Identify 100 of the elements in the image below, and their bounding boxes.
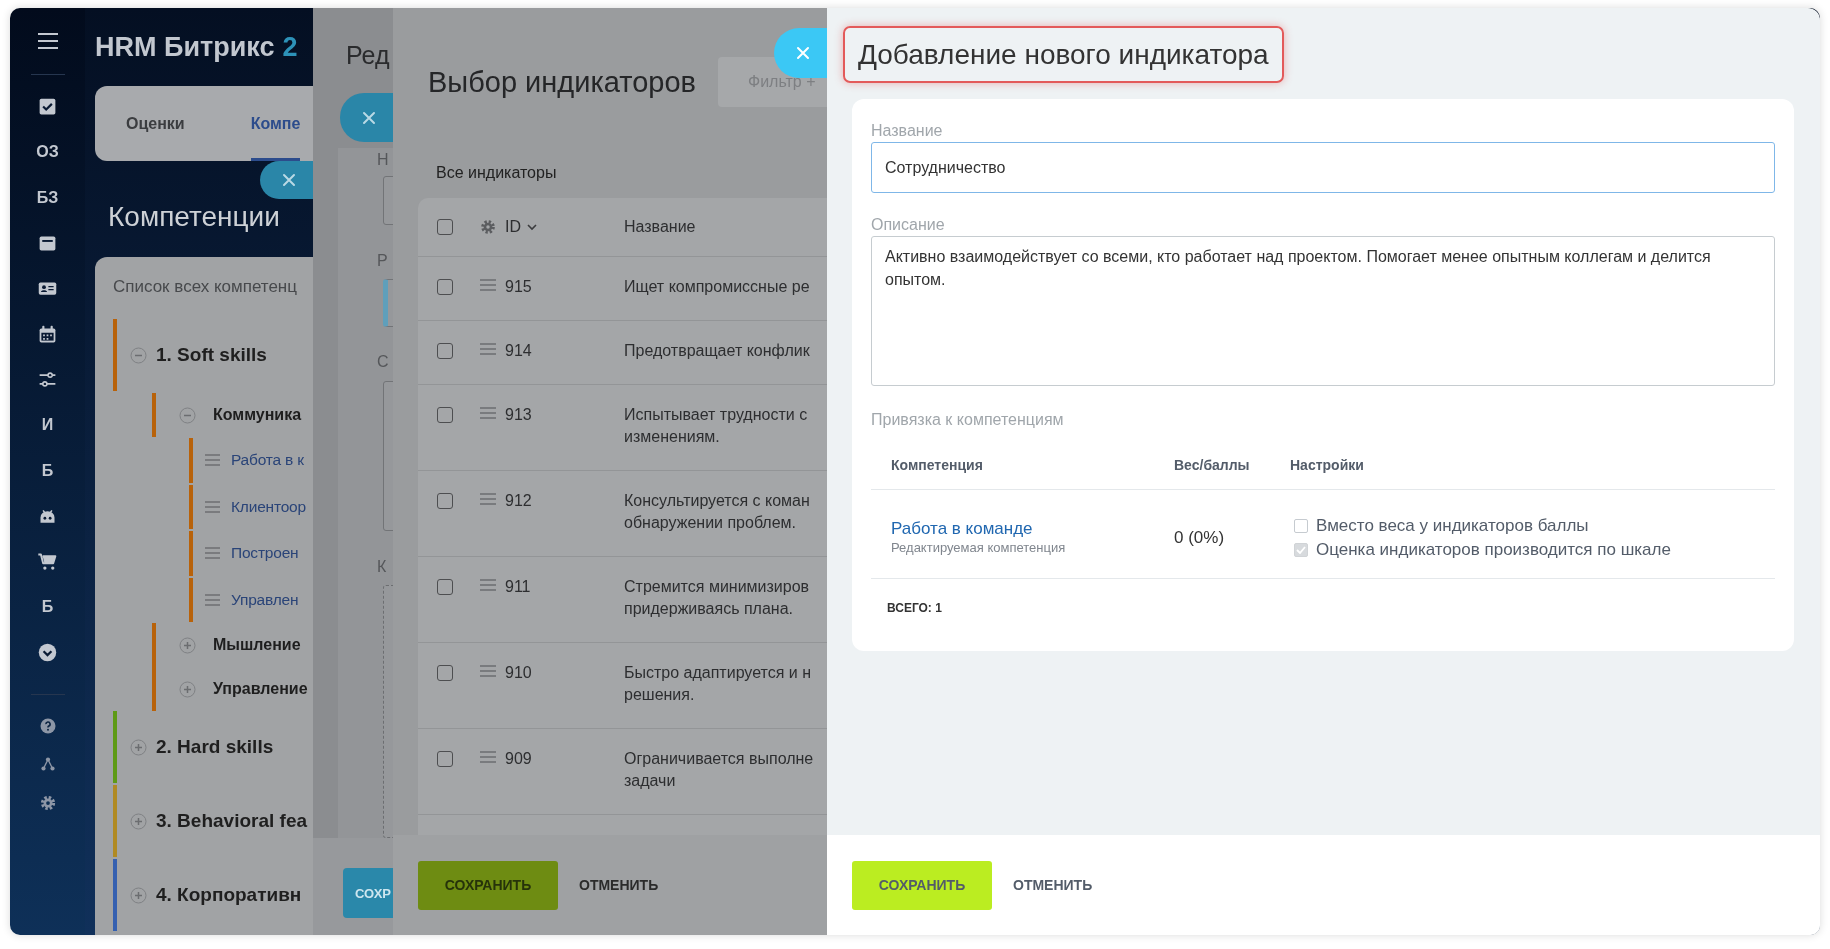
competency-group[interactable]: 4. Корпоративн xyxy=(156,884,302,906)
column-header[interactable]: ID xyxy=(505,218,521,236)
expand-icon[interactable] xyxy=(179,680,196,698)
menu-item[interactable]: Б xyxy=(41,461,54,480)
close-icon xyxy=(794,45,811,61)
column-header: Вес/баллы xyxy=(1174,457,1250,473)
checkbox[interactable] xyxy=(437,279,453,295)
checkbox[interactable] xyxy=(437,579,453,595)
field-label: К xyxy=(377,557,387,577)
expand-icon[interactable] xyxy=(130,886,147,904)
competency-link[interactable]: Управлен xyxy=(231,590,299,609)
drag-handle-icon xyxy=(480,493,496,505)
drag-handle-icon[interactable] xyxy=(205,500,220,513)
tab[interactable]: Оценки xyxy=(126,86,185,161)
checkbox[interactable] xyxy=(437,493,453,509)
menu-item[interactable]: БЗ xyxy=(36,188,59,207)
expand-icon[interactable] xyxy=(130,738,147,756)
calendar-icon[interactable] xyxy=(37,323,58,345)
field-label: С xyxy=(377,352,389,372)
table-cell-text: 911 xyxy=(505,577,531,597)
drag-handle-icon[interactable] xyxy=(205,547,220,560)
competency-group[interactable]: 3. Behavioral fea xyxy=(156,810,308,832)
logo-text: HRM Битрикс xyxy=(95,31,275,63)
table-cell: Ограничивается выполне xyxy=(624,750,814,767)
competency-group[interactable]: Мышление xyxy=(213,636,301,654)
total-count: ВСЕГО: 1 xyxy=(887,601,942,615)
table-cell: Быстро адаптируется и н xyxy=(624,664,811,681)
close-icon xyxy=(280,172,297,188)
check-icon xyxy=(1296,546,1306,554)
table-cell: придерживаясь плана. xyxy=(624,600,793,617)
menu-item[interactable]: И xyxy=(41,416,54,435)
menu-item[interactable]: Б xyxy=(41,598,54,617)
section-title: Все индикаторы xyxy=(436,163,557,183)
checkbox-label: Вместо веса у индикаторов баллы xyxy=(1316,515,1589,537)
expand-icon[interactable] xyxy=(130,812,147,830)
drag-handle-icon xyxy=(480,751,496,763)
field-label: Р xyxy=(377,251,388,271)
competency-link[interactable]: Построен xyxy=(231,544,299,563)
sort-caret-icon xyxy=(527,223,537,231)
column-header: Настройки xyxy=(1290,457,1364,473)
column-header[interactable]: Название xyxy=(624,218,696,236)
panel-title: Ред xyxy=(346,40,390,70)
checkbox[interactable] xyxy=(437,407,453,423)
expand-icon[interactable] xyxy=(179,636,196,654)
cancel-link[interactable]: ОТМЕНИТЬ xyxy=(1013,877,1093,893)
competency-link[interactable]: Клиентоор xyxy=(231,497,306,516)
checkbox[interactable] xyxy=(437,219,453,235)
settings-icon[interactable] xyxy=(480,219,496,235)
table-cell-text: 914 xyxy=(505,341,532,361)
save-button[interactable]: СОХРАНИТЬ xyxy=(852,860,992,910)
field-label: Н xyxy=(377,150,389,170)
checkbox[interactable] xyxy=(437,665,453,681)
chevron-down-icon[interactable] xyxy=(37,642,58,664)
competency-group[interactable]: 1. Soft skills xyxy=(156,344,267,366)
table-cell: Ищет компромиссные ре xyxy=(624,278,810,295)
description-field[interactable]: Активно взаимодействует со всеми, кто работает над проектом. Помогает менее опытным коллегам и делится опытом. xyxy=(871,236,1775,386)
save-button[interactable]: СОХРАНИТЬ xyxy=(418,860,558,910)
close-button[interactable] xyxy=(260,161,313,199)
panel-title: Добавление нового индикатора xyxy=(843,26,1284,83)
cancel-link[interactable]: ОТМЕНИТЬ xyxy=(579,877,659,893)
panel-title: Выбор индикаторов xyxy=(428,65,696,100)
competency-link[interactable]: Работа в к xyxy=(231,451,304,470)
column-header: Компетенция xyxy=(891,457,983,473)
table-cell: обнаружении проблем. xyxy=(624,514,797,531)
table-cell: Предотвращает конфлик xyxy=(624,342,810,359)
drag-handle-icon xyxy=(480,279,496,291)
menu-item[interactable]: ОЗ xyxy=(36,143,59,162)
name-field[interactable]: Сотрудничество xyxy=(871,142,1775,193)
collapse-icon[interactable] xyxy=(179,406,196,424)
field-label: Название xyxy=(871,122,943,139)
weight-value: 0 (0%) xyxy=(1174,528,1225,547)
collapse-icon[interactable] xyxy=(130,346,147,364)
table-cell-text: 913 xyxy=(505,405,532,425)
table-cell-text: 909 xyxy=(505,749,532,769)
settings-icon[interactable] xyxy=(38,793,57,812)
table-cell-text: 910 xyxy=(505,663,532,683)
hierarchy-icon[interactable] xyxy=(38,755,57,774)
field-label: Описание xyxy=(871,216,945,233)
drag-handle-icon[interactable] xyxy=(205,593,220,606)
close-icon xyxy=(360,109,377,126)
drag-handle-icon[interactable] xyxy=(205,454,220,467)
drag-handle-icon xyxy=(480,665,496,677)
competency-group[interactable]: 2. Hard skills xyxy=(156,736,274,758)
drag-handle-icon xyxy=(480,407,496,419)
competency-link[interactable]: Работа в команде xyxy=(891,519,1033,538)
table-cell: Стремится минимизиров xyxy=(624,578,810,595)
menu-icon xyxy=(36,32,59,50)
cart-icon[interactable] xyxy=(37,551,58,573)
checkbox[interactable] xyxy=(437,751,453,767)
table-cell: Испытывает трудности с xyxy=(624,406,808,423)
checkbox[interactable] xyxy=(437,343,453,359)
help-icon[interactable] xyxy=(38,716,57,735)
table-cell: задачи xyxy=(624,772,676,789)
table-cell: решения. xyxy=(624,686,695,703)
competency-group[interactable]: Коммуника xyxy=(213,406,302,424)
drag-handle-icon xyxy=(480,343,496,355)
competency-group[interactable]: Управление xyxy=(213,680,308,698)
table-cell: Консультируется с коман xyxy=(624,492,810,509)
competency-note: Редактируемая компетенция xyxy=(891,540,1066,555)
table-cell-text: 912 xyxy=(505,491,532,511)
